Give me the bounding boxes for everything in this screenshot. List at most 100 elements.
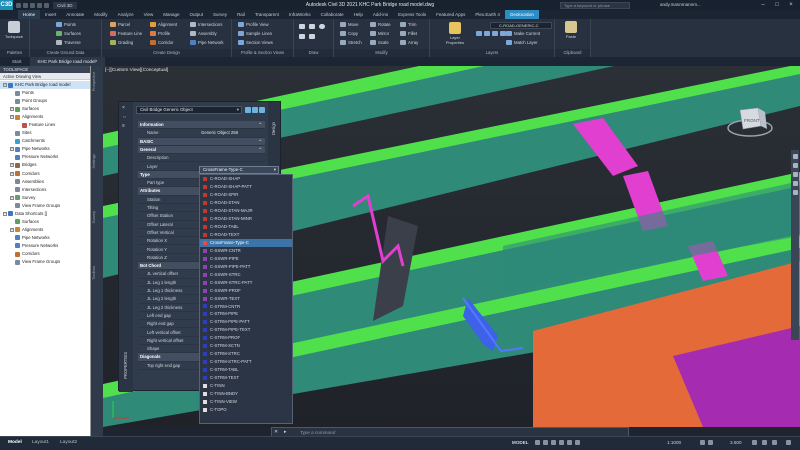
expand-toggle-icon[interactable]: +	[10, 115, 14, 120]
tree-node[interactable]: Points	[0, 89, 90, 97]
points-button[interactable]: Points	[56, 22, 76, 27]
tree-node[interactable]: + Survey	[0, 194, 90, 202]
pipe-network-button[interactable]: Pipe Network	[190, 40, 224, 45]
section-views-button[interactable]: Section Views	[238, 40, 273, 45]
tab-view[interactable]: View	[139, 10, 159, 19]
move-button[interactable]: Move	[340, 22, 359, 27]
tab-analyze[interactable]: Analyze	[113, 10, 139, 19]
layer-option[interactable]: C-TOPO	[200, 406, 292, 414]
profile-button[interactable]: Profile	[150, 31, 170, 36]
layer-option[interactable]: C-STRM-PIPE-PATT	[200, 318, 292, 326]
mirror-button[interactable]: Mirror	[370, 31, 389, 36]
ortho-icon[interactable]	[551, 440, 556, 445]
trim-button[interactable]: Trim	[400, 22, 416, 27]
expand-toggle-icon[interactable]: +	[10, 227, 14, 232]
side-tab-settings[interactable]: Settings	[91, 154, 103, 168]
toolspace-title[interactable]: TOOLSPACE	[0, 66, 90, 73]
expand-toggle-icon[interactable]: +	[10, 147, 14, 152]
new-icon[interactable]	[16, 2, 21, 8]
make-current-button[interactable]: Make Current	[506, 31, 540, 36]
corridor-button[interactable]: Corridor	[150, 40, 174, 45]
layer-option[interactable]: C-STRM-STRC-PATT	[200, 358, 292, 366]
viewcube[interactable]: FRONT	[725, 98, 775, 148]
layer-tool-icon[interactable]	[484, 31, 490, 36]
app-logo[interactable]: C3D	[0, 0, 13, 10]
side-tab-survey[interactable]: Survey	[91, 211, 103, 223]
assembly-button[interactable]: Assembly	[190, 31, 217, 36]
tree-node[interactable]: Assemblies	[0, 178, 90, 186]
layer-option[interactable]: C-ROAD-STAN	[200, 199, 292, 207]
layout-tab-layout1[interactable]: Layout1	[32, 437, 49, 450]
property-section[interactable]: BASIC	[138, 137, 265, 146]
property-section[interactable]: General	[138, 145, 265, 154]
tab-add-ins[interactable]: Add-ins	[368, 10, 393, 19]
match-layer-button[interactable]: Match Layer	[506, 40, 538, 45]
object-type-select[interactable]: Civil Bridge Generic Object	[136, 106, 242, 114]
osnap-icon[interactable]	[567, 440, 572, 445]
tree-node[interactable]: Sites	[0, 129, 90, 137]
tree-node[interactable]: + Surfaces	[0, 105, 90, 113]
layer-option[interactable]: C-TINN	[200, 382, 292, 390]
workspace-name[interactable]: Civil 3D	[53, 1, 77, 9]
copy-button[interactable]: Copy	[340, 31, 358, 36]
tab-express-tools[interactable]: Express Tools	[393, 10, 431, 19]
expand-toggle-icon[interactable]: −	[3, 83, 7, 88]
circle-tool[interactable]	[319, 24, 325, 29]
elevation-readout[interactable]: 3.500	[730, 437, 742, 449]
tree-node[interactable]: + Alignments	[0, 226, 90, 234]
layer-option[interactable]: C-ROAD-TEXT	[200, 231, 292, 239]
close-icon[interactable]: ×	[784, 0, 798, 10]
active-drawing-view-select[interactable]: Active Drawing View	[0, 73, 90, 80]
layer-option[interactable]: C-STRM-PIPE	[200, 310, 292, 318]
layer-option[interactable]: C-ROAD-SHAP	[200, 175, 292, 183]
tab-featured-apps[interactable]: Featured Apps	[431, 10, 470, 19]
tree-node[interactable]: Point Groups	[0, 97, 90, 105]
intersections-button[interactable]: Intersections	[190, 22, 222, 27]
layer-option[interactable]: C-ROAD-STAN-MAJR	[200, 207, 292, 215]
feature-line-button[interactable]: Feature Line	[110, 31, 142, 36]
stretch-button[interactable]: Stretch	[340, 40, 362, 45]
tree-node[interactable]: + Bridges	[0, 161, 90, 169]
tree-node[interactable]: Pipe Networks	[0, 234, 90, 242]
tree-node[interactable]: − Data Shortcuts []	[0, 210, 90, 218]
fillet-button[interactable]: Fillet	[400, 31, 417, 36]
expand-toggle-icon[interactable]: +	[10, 107, 14, 112]
snap-icon[interactable]	[543, 440, 548, 445]
layout-tab-model[interactable]: Model	[8, 437, 22, 450]
pan-icon[interactable]	[792, 154, 798, 159]
layer-option[interactable]: C-TINN-VIEW	[200, 398, 292, 406]
showmotion-icon[interactable]	[792, 190, 798, 195]
close-command-line-icon[interactable]: ✕	[274, 429, 278, 435]
clean-screen-icon[interactable]	[772, 440, 777, 445]
property-row[interactable]: Description	[138, 154, 265, 163]
command-history-icon[interactable]: ▸	[284, 429, 287, 435]
layer-option[interactable]: C-STRM-STRC	[200, 350, 292, 358]
search-input[interactable]: Type a keyword or phrase	[560, 1, 630, 9]
tree-node[interactable]: View Frame Groups	[0, 202, 90, 210]
layout-tab-layout2[interactable]: Layout2	[60, 437, 77, 450]
tab-survey[interactable]: Survey	[208, 10, 232, 19]
property-value[interactable]: Generic Object 258	[201, 129, 238, 137]
layer-option[interactable]: C-ROAD-SPIR	[200, 191, 292, 199]
save-icon[interactable]	[30, 2, 35, 8]
redo-icon[interactable]	[44, 2, 49, 8]
current-layer-select[interactable]: C-ROAD-GENERIC-C	[490, 22, 552, 29]
tab-rail[interactable]: Rail	[232, 10, 250, 19]
close-icon[interactable]: ×	[122, 105, 125, 111]
tab-annotate[interactable]: Annotate	[61, 10, 89, 19]
layer-option[interactable]: C-ROAD-TABL	[200, 223, 292, 231]
tree-node[interactable]: + Pipe Networks	[0, 145, 90, 153]
tree-node[interactable]: Pressure Networks	[0, 153, 90, 161]
layer-option[interactable]: C-STRM-CNTR	[200, 303, 292, 311]
layer-option[interactable]: C-TINN-BNDY	[200, 390, 292, 398]
lineweight-icon[interactable]	[575, 440, 580, 445]
model-space-toggle[interactable]: MODEL	[512, 437, 529, 449]
hatch-tool[interactable]	[309, 34, 315, 39]
zoom-icon[interactable]	[792, 163, 798, 168]
command-input[interactable]: Type a command	[300, 430, 335, 435]
tab-plex-earth-4[interactable]: Plex.Earth 4	[470, 10, 505, 19]
autohide-icon[interactable]: ⇔	[122, 114, 127, 120]
undo-icon[interactable]	[37, 2, 42, 8]
layer-option[interactable]: C-STRM-PROF	[200, 334, 292, 342]
layer-option[interactable]: C-SSWR-STRC	[200, 271, 292, 279]
